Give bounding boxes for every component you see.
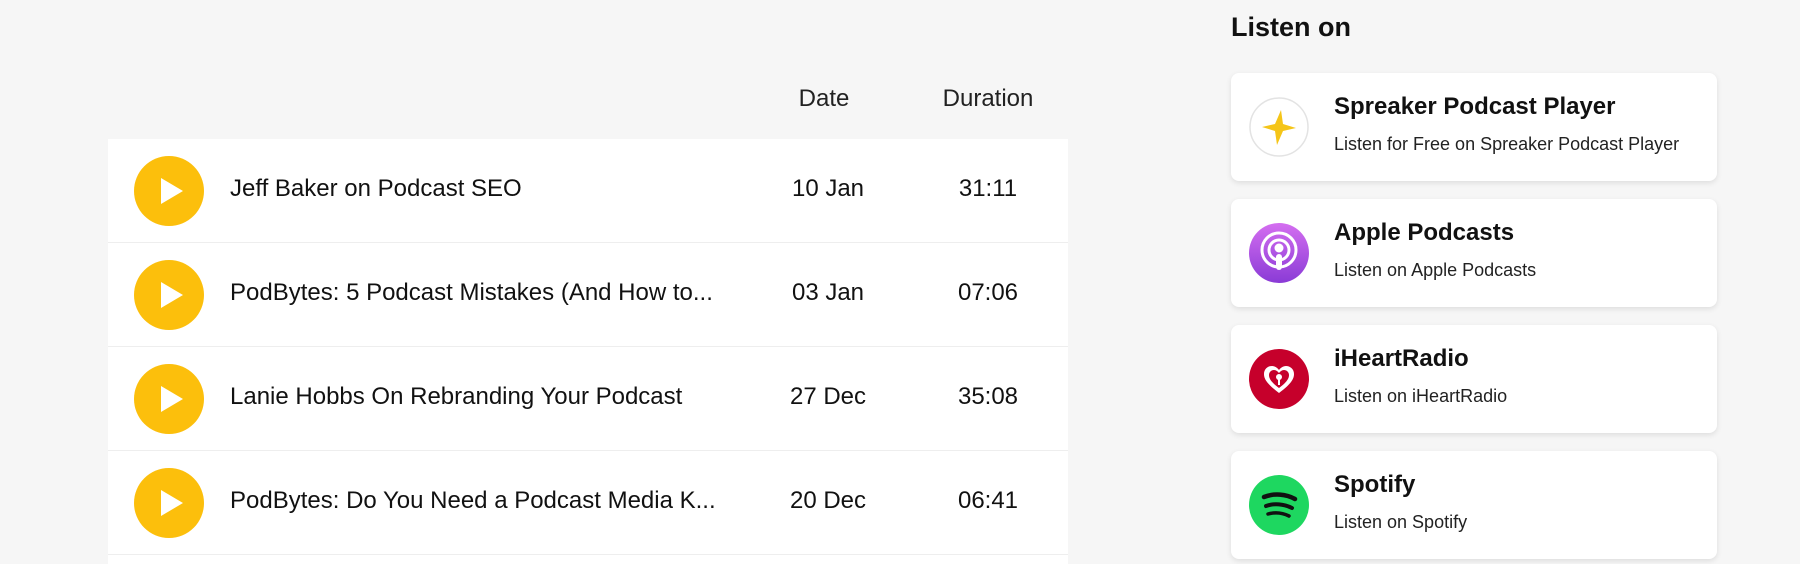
apple-podcasts-icon	[1249, 223, 1309, 283]
iheartradio-icon	[1249, 349, 1309, 409]
play-button[interactable]	[134, 364, 204, 434]
play-icon	[161, 282, 183, 308]
episode-row[interactable]: PodBytes: Do You Need a Podcast Media K.…	[108, 451, 1068, 555]
platform-subtitle: Listen on Apple Podcasts	[1334, 260, 1537, 280]
episode-row[interactable]: Lanie Hobbs On Rebranding Your Podcast 2…	[108, 347, 1068, 451]
platform-subtitle: Listen on Spotify	[1334, 512, 1468, 532]
platform-subtitle: Listen on iHeartRadio	[1334, 386, 1508, 406]
column-header-date: Date	[798, 85, 850, 112]
play-icon	[161, 490, 183, 516]
platform-card-spreaker[interactable]: Spreaker Podcast Player Listen for Free …	[1231, 73, 1717, 181]
play-icon	[161, 178, 183, 204]
platform-name: iHeartRadio	[1334, 345, 1469, 372]
episodes-list: Jeff Baker on Podcast SEO 10 Jan 31:11 P…	[108, 139, 1068, 564]
episode-title[interactable]: PodBytes: Do You Need a Podcast Media K.…	[230, 487, 740, 515]
platform-card-spotify[interactable]: Spotify Listen on Spotify	[1231, 451, 1717, 559]
play-icon	[161, 386, 183, 412]
platform-card-iheartradio[interactable]: iHeartRadio Listen on iHeartRadio	[1231, 325, 1717, 433]
listen-on-title: Listen on	[1231, 12, 1351, 42]
play-button[interactable]	[134, 156, 204, 226]
listen-on-section: Listen on Spreaker Podcast Player Listen…	[1230, 0, 1720, 564]
episode-title[interactable]: Jeff Baker on Podcast SEO	[230, 175, 740, 203]
episode-duration: 31:11	[958, 175, 1018, 202]
episodes-table-header: Date Duration	[108, 85, 1068, 125]
episode-title[interactable]: Lanie Hobbs On Rebranding Your Podcast	[230, 383, 740, 411]
episode-date: 10 Jan	[791, 175, 865, 202]
column-header-duration: Duration	[942, 85, 1034, 112]
spotify-icon	[1249, 475, 1309, 535]
platform-name: Spotify	[1334, 471, 1416, 498]
episode-duration: 07:06	[957, 279, 1019, 306]
platform-card-apple-podcasts[interactable]: Apple Podcasts Listen on Apple Podcasts	[1231, 199, 1717, 307]
platform-name: Spreaker Podcast Player	[1334, 93, 1616, 120]
platform-name: Apple Podcasts	[1334, 219, 1515, 246]
episode-title[interactable]: PodBytes: 5 Podcast Mistakes (And How to…	[230, 279, 740, 307]
episode-row[interactable]: Jeff Baker on Podcast SEO 10 Jan 31:11	[108, 139, 1068, 243]
spreaker-star-icon	[1249, 97, 1309, 157]
episode-duration: 35:08	[957, 383, 1019, 410]
play-button[interactable]	[134, 468, 204, 538]
episodes-section: Date Duration Jeff Baker on Podcast SEO …	[108, 0, 1068, 564]
episode-duration: 06:41	[957, 487, 1019, 514]
platform-subtitle: Listen for Free on Spreaker Podcast Play…	[1334, 134, 1680, 154]
play-button[interactable]	[134, 260, 204, 330]
episode-row[interactable]: PodBytes: 5 Podcast Mistakes (And How to…	[108, 243, 1068, 347]
episode-date: 20 Dec	[789, 487, 867, 514]
episode-date: 27 Dec	[789, 383, 867, 410]
episode-date: 03 Jan	[791, 279, 865, 306]
